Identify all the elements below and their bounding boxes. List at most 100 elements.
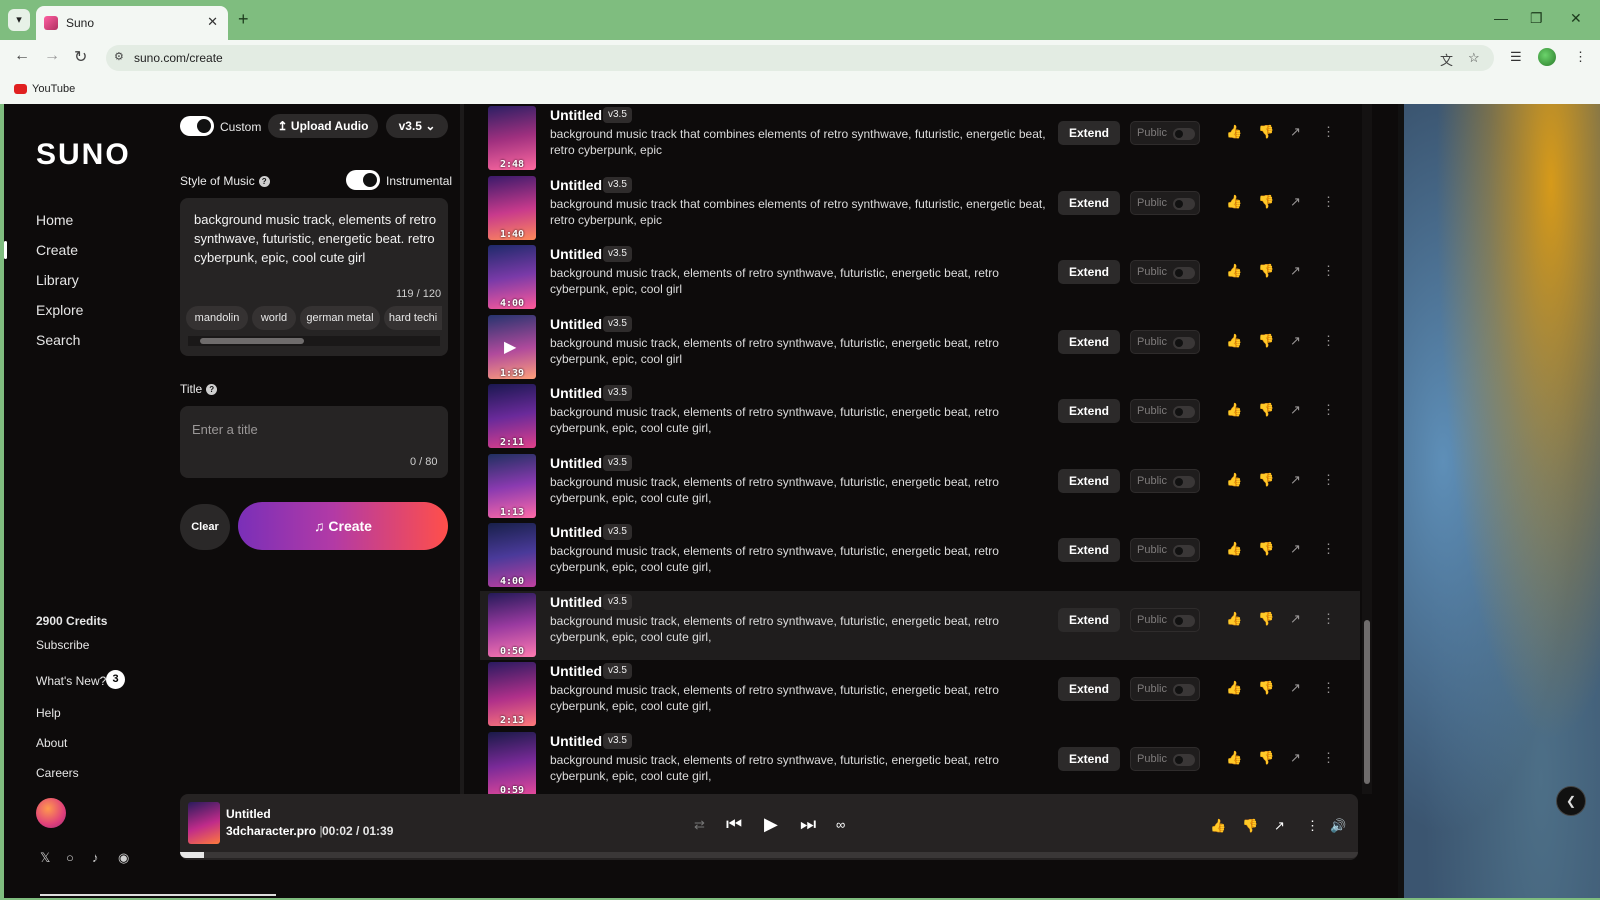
public-switch[interactable] <box>1173 336 1195 349</box>
address-bar[interactable]: ⚙ suno.com/create 文 ☆ <box>106 45 1494 71</box>
title-input[interactable] <box>192 418 432 440</box>
help-icon[interactable]: ? <box>258 176 270 188</box>
more-options-icon[interactable]: ⋮ <box>1322 124 1335 140</box>
song-cover[interactable]: 2:11 <box>488 384 536 448</box>
public-toggle[interactable]: Public <box>1130 190 1200 215</box>
share-icon[interactable]: ↗ <box>1290 611 1301 627</box>
next-icon[interactable]: ⏭ <box>800 814 816 835</box>
public-toggle[interactable]: Public <box>1130 538 1200 562</box>
song-cover[interactable]: 4:00 <box>488 245 536 309</box>
song-list-scrollbar[interactable] <box>1362 104 1372 794</box>
minimize-icon[interactable]: — <box>1494 10 1508 26</box>
song-description[interactable]: background music track, elements of retr… <box>550 543 1046 575</box>
instagram-icon[interactable]: ○ <box>66 850 74 865</box>
extend-button[interactable]: Extend <box>1058 746 1120 771</box>
song-row[interactable]: 2:48 Untitled v3.5 background music trac… <box>480 104 1360 173</box>
song-title[interactable]: Untitled <box>550 316 602 332</box>
song-description[interactable]: background music track, elements of retr… <box>550 682 1046 714</box>
share-icon[interactable]: ↗ <box>1290 750 1301 766</box>
help-icon[interactable]: ? <box>206 384 218 396</box>
like-icon[interactable]: 👍 <box>1226 402 1242 418</box>
song-row[interactable]: 2:11 Untitled v3.5 background music trac… <box>480 382 1360 451</box>
previous-icon[interactable]: ⏮ <box>726 814 742 835</box>
browser-tab[interactable]: Suno ✕ <box>36 6 228 40</box>
song-cover[interactable]: 2:13 <box>488 662 536 726</box>
share-icon[interactable]: ↗ <box>1290 680 1301 696</box>
style-tag[interactable]: hard techi <box>384 306 442 330</box>
play-icon[interactable]: ▶ <box>764 814 778 835</box>
song-title[interactable]: Untitled <box>550 246 602 262</box>
song-title[interactable]: Untitled <box>550 663 602 679</box>
dislike-icon[interactable]: 👎 <box>1258 194 1274 210</box>
share-icon[interactable]: ↗ <box>1290 472 1301 488</box>
subscribe-link[interactable]: Subscribe <box>36 638 89 652</box>
style-tag[interactable]: world <box>252 306 296 330</box>
song-description[interactable]: background music track that combines ele… <box>550 126 1046 158</box>
style-tag[interactable]: mandolin <box>186 306 248 330</box>
dislike-icon[interactable]: 👎 <box>1258 680 1274 696</box>
extend-button[interactable]: Extend <box>1058 538 1120 562</box>
more-options-icon[interactable]: ⋮ <box>1322 750 1335 766</box>
more-options-icon[interactable]: ⋮ <box>1322 680 1335 696</box>
tiktok-icon[interactable]: ♪ <box>92 850 99 865</box>
now-playing-artist[interactable]: 3dcharacter.pro | <box>226 824 323 838</box>
share-icon[interactable]: ↗ <box>1290 541 1301 557</box>
song-title[interactable]: Untitled <box>550 107 602 123</box>
like-icon[interactable]: 👍 <box>1226 124 1242 140</box>
bookmark-youtube[interactable]: YouTube <box>32 83 75 95</box>
create-button[interactable]: ♫ Create <box>238 502 448 550</box>
more-options-icon[interactable]: ⋮ <box>1322 611 1335 627</box>
like-icon[interactable]: 👍 <box>1226 472 1242 488</box>
dislike-icon[interactable]: 👎 <box>1258 472 1274 488</box>
public-switch[interactable] <box>1173 614 1195 627</box>
song-description[interactable]: background music track that combines ele… <box>550 196 1046 228</box>
like-icon[interactable]: 👍 <box>1226 333 1242 349</box>
tab-search-icon[interactable]: ▾ <box>8 9 30 31</box>
style-tag[interactable]: german metal <box>300 306 380 330</box>
public-toggle[interactable]: Public <box>1130 746 1200 771</box>
style-of-music-field[interactable]: background music track, elements of retr… <box>180 198 448 356</box>
more-options-icon[interactable]: ⋮ <box>1322 263 1335 279</box>
song-description[interactable]: background music track, elements of retr… <box>550 613 1046 645</box>
like-icon[interactable]: 👍 <box>1226 263 1242 279</box>
song-row[interactable]: 0:50 Untitled v3.5 background music trac… <box>480 590 1360 660</box>
dislike-icon[interactable]: 👎 <box>1258 263 1274 279</box>
extend-button[interactable]: Extend <box>1058 399 1120 423</box>
song-title[interactable]: Untitled <box>550 594 602 610</box>
share-icon[interactable]: ↗ <box>1274 818 1285 834</box>
song-cover[interactable]: 0:59 <box>488 731 536 794</box>
more-options-icon[interactable]: ⋮ <box>1322 472 1335 488</box>
extend-button[interactable]: Extend <box>1058 677 1120 701</box>
share-icon[interactable]: ↗ <box>1290 333 1301 349</box>
extend-button[interactable]: Extend <box>1058 190 1120 215</box>
song-row[interactable]: 2:13 Untitled v3.5 background music trac… <box>480 660 1360 729</box>
window-close-icon[interactable]: ✕ <box>1570 10 1582 27</box>
public-toggle[interactable]: Public <box>1130 607 1200 632</box>
x-twitter-icon[interactable]: 𝕏 <box>40 850 50 866</box>
nav-search[interactable]: Search <box>36 332 80 348</box>
more-options-icon[interactable]: ⋮ <box>1306 818 1319 834</box>
play-overlay-icon[interactable]: ▶ <box>504 337 516 357</box>
more-options-icon[interactable]: ⋮ <box>1322 333 1335 349</box>
public-toggle[interactable]: Public <box>1130 468 1200 493</box>
like-icon[interactable]: 👍 <box>1226 750 1242 766</box>
dislike-icon[interactable]: 👎 <box>1242 818 1258 834</box>
song-title[interactable]: Untitled <box>550 385 602 401</box>
artist-name[interactable]: 3dcharacter.pro <box>226 824 316 838</box>
url-text[interactable]: suno.com/create <box>134 51 223 65</box>
media-control-icon[interactable]: ☰ <box>1510 49 1522 65</box>
reload-icon[interactable]: ↻ <box>74 47 87 67</box>
public-switch[interactable] <box>1173 753 1195 766</box>
title-field[interactable]: 0 / 80 <box>180 406 448 478</box>
dislike-icon[interactable]: 👎 <box>1258 750 1274 766</box>
whats-new-link[interactable]: What's New? <box>36 674 106 688</box>
nav-create[interactable]: Create <box>36 242 78 258</box>
like-icon[interactable]: 👍 <box>1226 611 1242 627</box>
panel-divider[interactable] <box>460 104 464 794</box>
shuffle-icon[interactable]: ⇄ <box>694 817 705 833</box>
song-title[interactable]: Untitled <box>550 733 602 749</box>
more-options-icon[interactable]: ⋮ <box>1322 402 1335 418</box>
extend-button[interactable]: Extend <box>1058 260 1120 284</box>
song-title[interactable]: Untitled <box>550 524 602 540</box>
dislike-icon[interactable]: 👎 <box>1258 402 1274 418</box>
